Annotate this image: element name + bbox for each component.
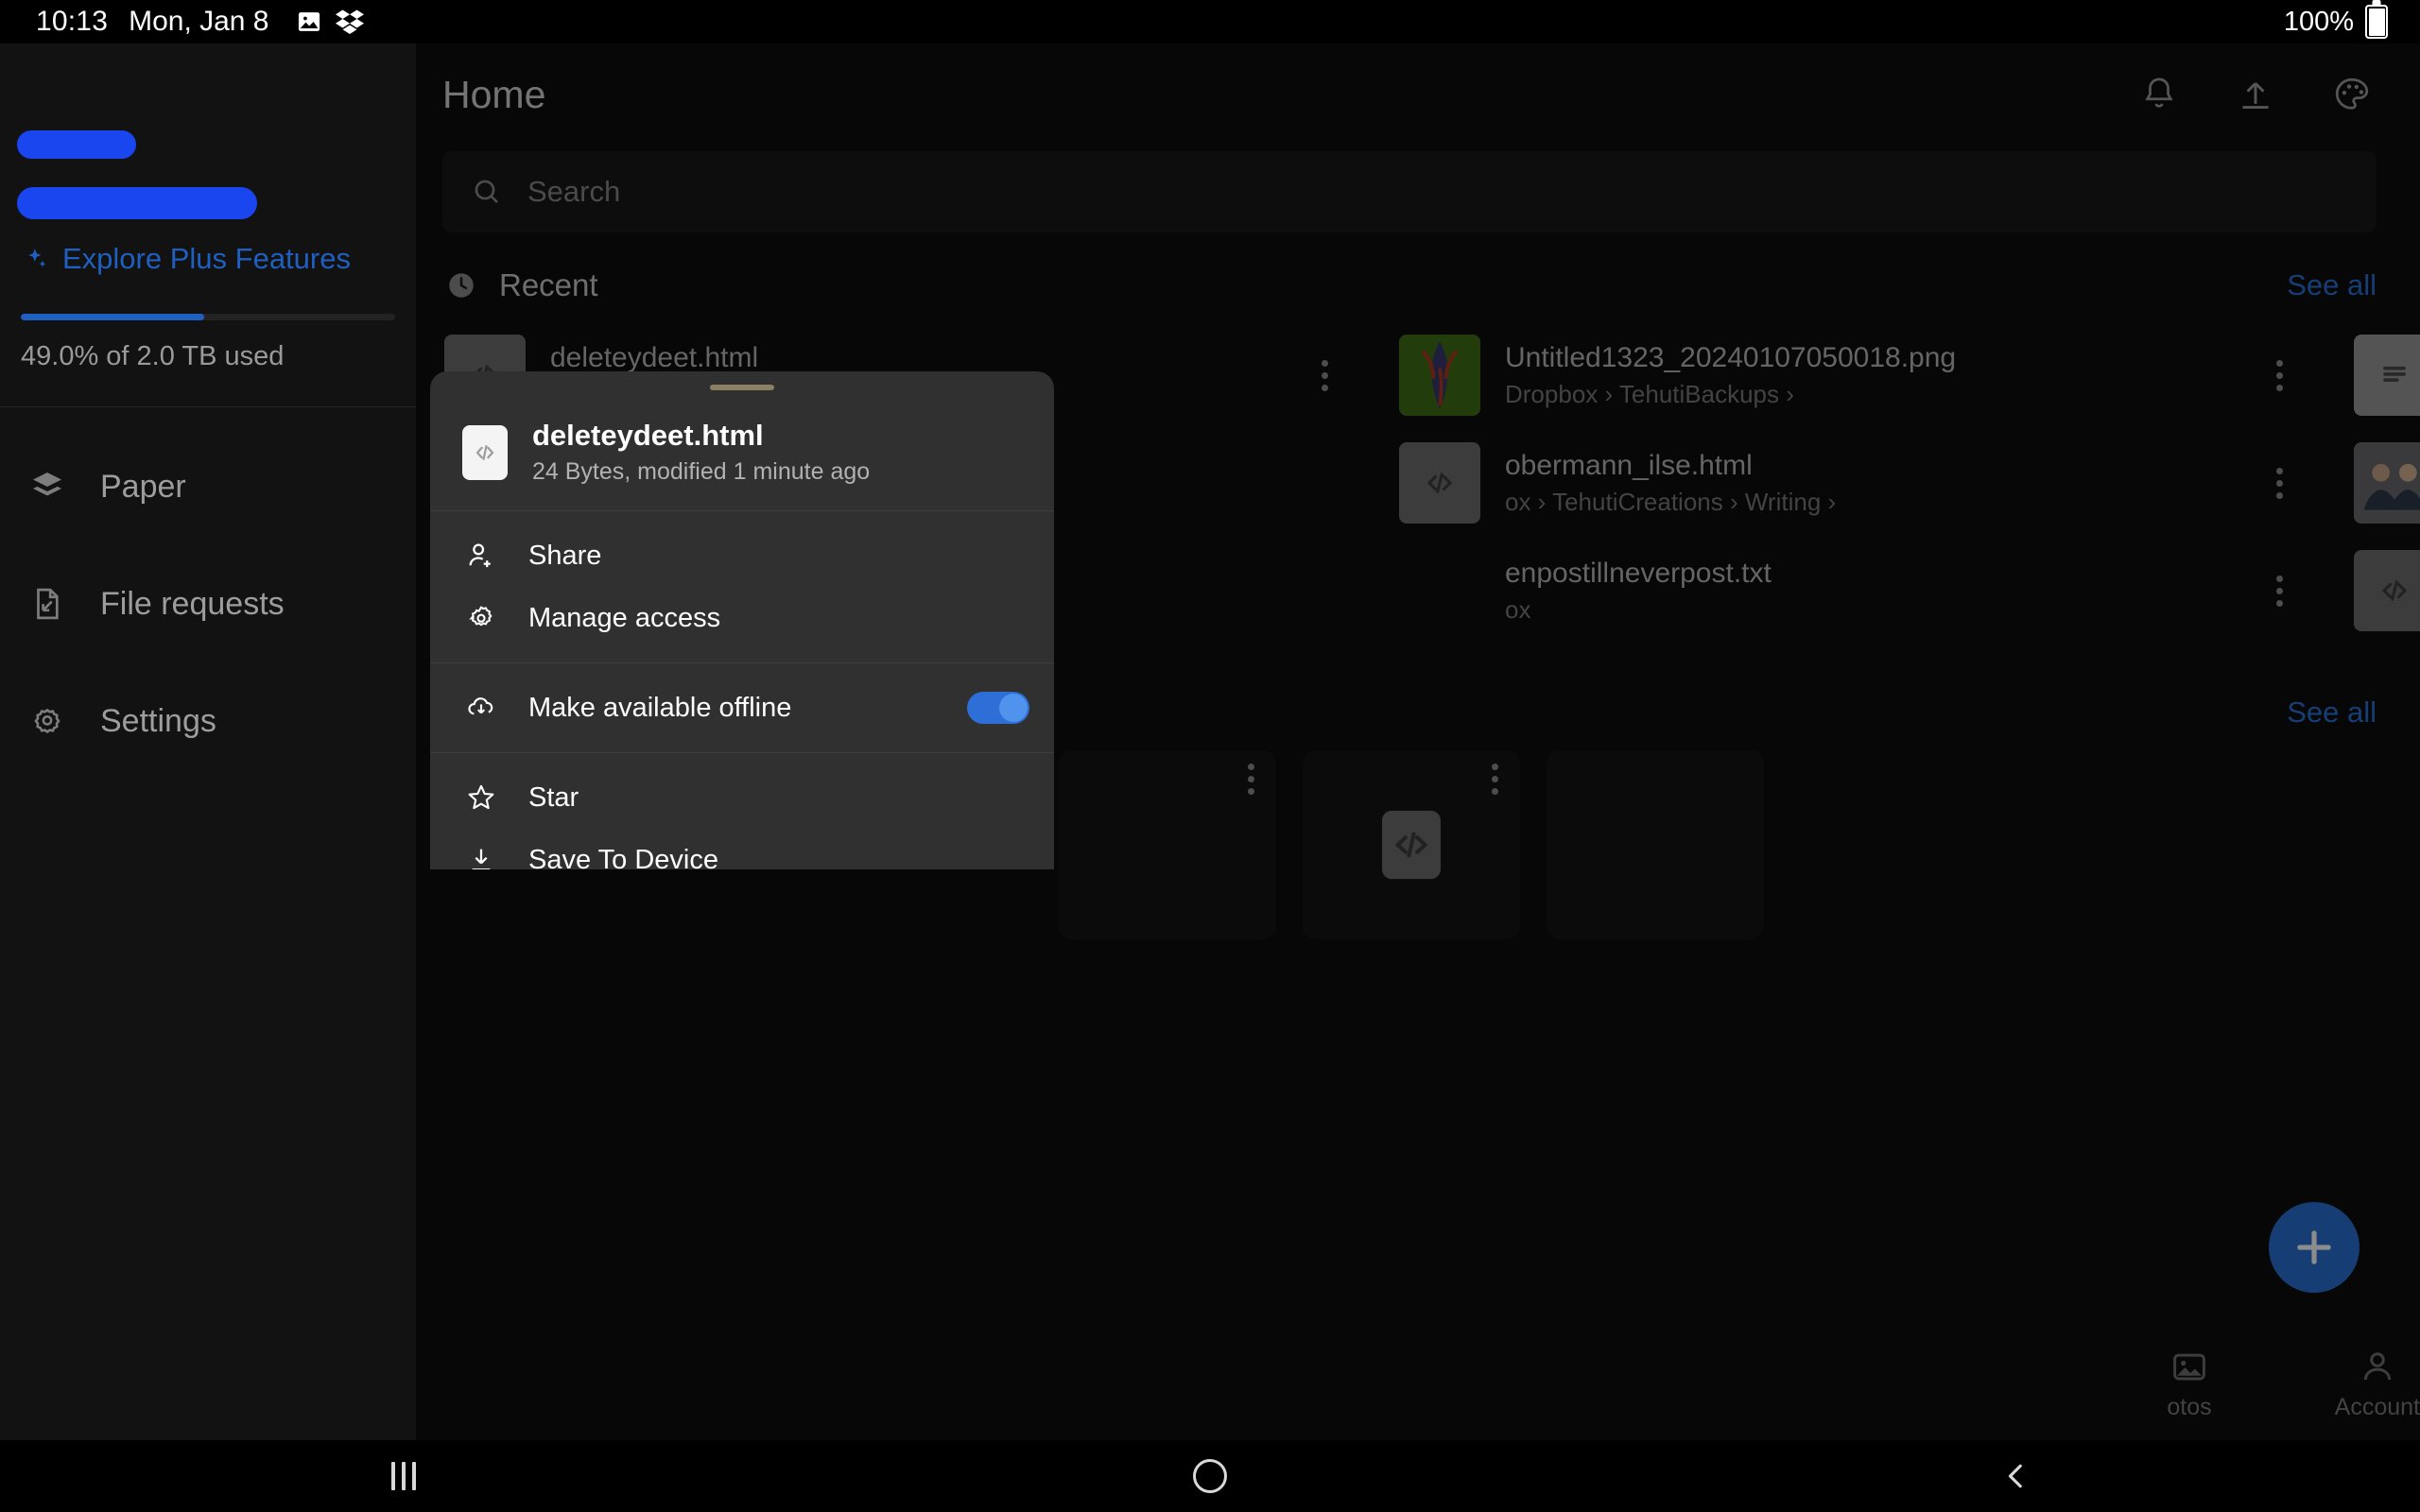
- sidebar-item-file-requests[interactable]: File requests: [0, 545, 416, 662]
- status-bar-right: 100%: [2284, 5, 2420, 39]
- sidebar-item-settings[interactable]: Settings: [0, 662, 416, 780]
- status-bar-left: 10:13 Mon, Jan 8: [0, 6, 364, 38]
- redaction-mark-email: [17, 187, 257, 219]
- cloud-download-icon: [462, 689, 500, 727]
- account-redaction: [0, 43, 416, 261]
- sheet-file-name: deleteydeet.html: [532, 419, 870, 453]
- sheet-item-label: Save To Device: [528, 845, 718, 870]
- gear-icon: [26, 700, 68, 742]
- home-icon: [1193, 1459, 1227, 1493]
- file-action-sheet: deleteydeet.html 24 Bytes, modified 1 mi…: [430, 371, 1054, 869]
- sheet-file-meta: deleteydeet.html 24 Bytes, modified 1 mi…: [532, 419, 870, 486]
- sheet-item-make-available-offline[interactable]: Make available offline: [430, 677, 1054, 739]
- sheet-item-label: Make available offline: [528, 693, 791, 724]
- sheet-group-sharing: Share Manage access: [430, 511, 1054, 649]
- sheet-item-label: Star: [528, 782, 579, 814]
- status-date: Mon, Jan 8: [129, 6, 268, 38]
- android-navigation-bar: [0, 1440, 2420, 1512]
- storage-progress-fill: [21, 314, 204, 320]
- sheet-group-actions: Star Save To Device: [430, 753, 1054, 869]
- sidebar-item-paper[interactable]: Paper: [0, 428, 416, 545]
- redaction-mark-name: [17, 130, 136, 159]
- storage-progress: [0, 280, 416, 320]
- download-icon: [462, 841, 500, 869]
- sheet-item-manage-access[interactable]: Manage access: [430, 587, 1054, 649]
- sheet-item-label: Share: [528, 541, 601, 572]
- sheet-group-offline: Make available offline: [430, 663, 1054, 739]
- recents-button[interactable]: [347, 1440, 460, 1512]
- status-bar: 10:13 Mon, Jan 8 100%: [0, 0, 2420, 43]
- back-icon: [2000, 1460, 2032, 1492]
- storage-progress-track: [21, 314, 395, 320]
- sidebar-nav: Paper File requests: [0, 407, 416, 780]
- recents-icon: [391, 1462, 416, 1490]
- sheet-file-header: deleteydeet.html 24 Bytes, modified 1 mi…: [430, 390, 1054, 510]
- status-time: 10:13: [36, 6, 108, 38]
- sheet-item-save-to-device[interactable]: Save To Device: [430, 829, 1054, 869]
- offline-toggle[interactable]: [967, 692, 1029, 724]
- back-button[interactable]: [1960, 1440, 2073, 1512]
- home-button[interactable]: [1153, 1440, 1267, 1512]
- gear-icon: [462, 599, 500, 637]
- sheet-item-label: Manage access: [528, 603, 720, 634]
- status-notification-icons: [296, 9, 364, 35]
- file-request-icon: [26, 583, 68, 625]
- sidebar: Explore Plus Features 49.0% of 2.0 TB us…: [0, 43, 416, 1440]
- layers-icon: [26, 466, 68, 507]
- battery-percent: 100%: [2284, 7, 2354, 38]
- sidebar-item-label: Settings: [100, 703, 216, 740]
- dropbox-app-screen: 10:13 Mon, Jan 8 100%: [0, 0, 2420, 1512]
- sidebar-item-label: Paper: [100, 469, 186, 506]
- code-icon: [462, 425, 508, 480]
- image-icon: [296, 9, 322, 35]
- star-icon: [462, 779, 500, 816]
- dropbox-icon: [336, 9, 364, 35]
- sidebar-item-label: File requests: [100, 586, 285, 623]
- sheet-item-star[interactable]: Star: [430, 766, 1054, 829]
- sparkle-icon: [25, 247, 49, 271]
- storage-usage-label: 49.0% of 2.0 TB used: [0, 320, 416, 372]
- sheet-file-details: 24 Bytes, modified 1 minute ago: [532, 458, 870, 486]
- person-add-icon: [462, 537, 500, 575]
- battery-icon: [2365, 5, 2388, 39]
- sheet-item-share[interactable]: Share: [430, 524, 1054, 587]
